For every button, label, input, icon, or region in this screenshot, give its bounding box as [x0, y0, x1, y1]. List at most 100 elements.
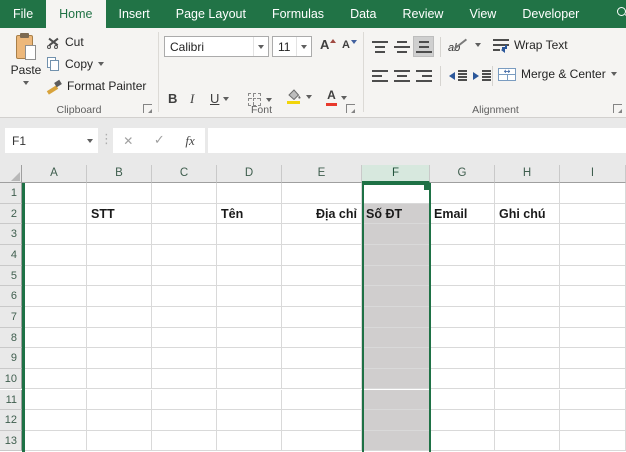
cell-H10[interactable]	[495, 369, 560, 390]
row-header-10[interactable]: 10	[0, 369, 22, 390]
clipboard-dialog-launcher[interactable]	[143, 104, 152, 113]
cell-F9[interactable]	[362, 348, 430, 369]
cell-D4[interactable]	[217, 245, 282, 266]
merge-center-button[interactable]: ↔ Merge & Center	[498, 67, 617, 81]
cell-G10[interactable]	[430, 369, 495, 390]
cell-E5[interactable]	[282, 266, 362, 287]
cell-E1[interactable]	[282, 183, 362, 204]
cell-H3[interactable]	[495, 224, 560, 245]
cell-E2[interactable]: Địa chỉ	[282, 204, 362, 225]
tab-review[interactable]: Review	[389, 0, 456, 28]
cell-E13[interactable]	[282, 431, 362, 452]
cell-D7[interactable]	[217, 307, 282, 328]
cell-D12[interactable]	[217, 410, 282, 431]
cell-I13[interactable]	[560, 431, 626, 452]
cell-I12[interactable]	[560, 410, 626, 431]
row-header-7[interactable]: 7	[0, 307, 22, 328]
row-header-8[interactable]: 8	[0, 328, 22, 349]
cell-G7[interactable]	[430, 307, 495, 328]
cell-F2[interactable]: Số ĐT	[362, 204, 430, 225]
cell-F1[interactable]	[362, 183, 430, 204]
cell-G5[interactable]	[430, 266, 495, 287]
row-header-13[interactable]: 13	[0, 431, 22, 452]
cell-H9[interactable]	[495, 348, 560, 369]
cell-A12[interactable]	[22, 410, 87, 431]
cell-A13[interactable]	[22, 431, 87, 452]
tab-insert[interactable]: Insert	[106, 0, 163, 28]
cell-I1[interactable]	[560, 183, 626, 204]
formula-input[interactable]	[208, 128, 626, 153]
row-header-4[interactable]: 4	[0, 245, 22, 266]
cell-G13[interactable]	[430, 431, 495, 452]
font-name-combo[interactable]: Calibri	[164, 36, 269, 57]
cell-D5[interactable]	[217, 266, 282, 287]
cell-C2[interactable]	[152, 204, 217, 225]
cell-H2[interactable]: Ghi chú	[495, 204, 560, 225]
tell-me-search-icon[interactable]	[617, 7, 626, 20]
cell-D2[interactable]: Tên	[217, 204, 282, 225]
cell-E10[interactable]	[282, 369, 362, 390]
cell-D8[interactable]	[217, 328, 282, 349]
fill-color-button[interactable]	[286, 89, 312, 104]
column-header-C[interactable]: C	[152, 165, 217, 183]
cell-B10[interactable]	[87, 369, 152, 390]
orientation-dropdown-arrow[interactable]	[475, 43, 481, 47]
cell-H4[interactable]	[495, 245, 560, 266]
align-center-button[interactable]	[391, 65, 412, 86]
copy-dropdown-arrow[interactable]	[98, 62, 104, 66]
cell-I2[interactable]	[560, 204, 626, 225]
cell-H1[interactable]	[495, 183, 560, 204]
column-header-E[interactable]: E	[282, 165, 362, 183]
cell-I8[interactable]	[560, 328, 626, 349]
cell-F12[interactable]	[362, 410, 430, 431]
cell-C5[interactable]	[152, 266, 217, 287]
cell-B9[interactable]	[87, 348, 152, 369]
cell-B4[interactable]	[87, 245, 152, 266]
paste-dropdown-arrow[interactable]	[23, 81, 29, 85]
cell-A4[interactable]	[22, 245, 87, 266]
cell-I9[interactable]	[560, 348, 626, 369]
cell-F4[interactable]	[362, 245, 430, 266]
tab-view[interactable]: View	[456, 0, 509, 28]
cell-C4[interactable]	[152, 245, 217, 266]
tab-data[interactable]: Data	[337, 0, 389, 28]
cell-E3[interactable]	[282, 224, 362, 245]
cell-H5[interactable]	[495, 266, 560, 287]
cell-B13[interactable]	[87, 431, 152, 452]
paste-button[interactable]: Paste	[4, 31, 48, 115]
row-header-6[interactable]: 6	[0, 286, 22, 307]
name-box[interactable]: F1	[5, 128, 98, 153]
cell-D10[interactable]	[217, 369, 282, 390]
cell-C3[interactable]	[152, 224, 217, 245]
font-name-dropdown-arrow[interactable]	[258, 45, 264, 49]
column-header-B[interactable]: B	[87, 165, 152, 183]
row-header-12[interactable]: 12	[0, 410, 22, 431]
cell-D6[interactable]	[217, 286, 282, 307]
font-dialog-launcher[interactable]	[346, 104, 355, 113]
cell-B5[interactable]	[87, 266, 152, 287]
formula-bar-resize-dots-icon[interactable]: ⋮	[100, 132, 113, 147]
cell-G8[interactable]	[430, 328, 495, 349]
column-header-H[interactable]: H	[495, 165, 560, 183]
cell-I11[interactable]	[560, 390, 626, 411]
cell-H7[interactable]	[495, 307, 560, 328]
cell-B1[interactable]	[87, 183, 152, 204]
cell-F10[interactable]	[362, 369, 430, 390]
bottom-align-button[interactable]	[413, 36, 434, 57]
copy-button[interactable]: Copy	[47, 55, 104, 73]
cell-C9[interactable]	[152, 348, 217, 369]
cell-A11[interactable]	[22, 390, 87, 411]
enter-icon[interactable]: ✓	[154, 133, 165, 148]
column-header-A[interactable]: A	[22, 165, 87, 183]
merge-center-dropdown-arrow[interactable]	[611, 72, 617, 76]
align-right-button[interactable]	[413, 65, 434, 86]
cell-I7[interactable]	[560, 307, 626, 328]
align-left-button[interactable]	[369, 65, 390, 86]
cell-B8[interactable]	[87, 328, 152, 349]
cell-A10[interactable]	[22, 369, 87, 390]
middle-align-button[interactable]	[391, 36, 412, 57]
format-painter-button[interactable]: Format Painter	[47, 77, 146, 95]
cell-A3[interactable]	[22, 224, 87, 245]
cell-B12[interactable]	[87, 410, 152, 431]
cell-F5[interactable]	[362, 266, 430, 287]
